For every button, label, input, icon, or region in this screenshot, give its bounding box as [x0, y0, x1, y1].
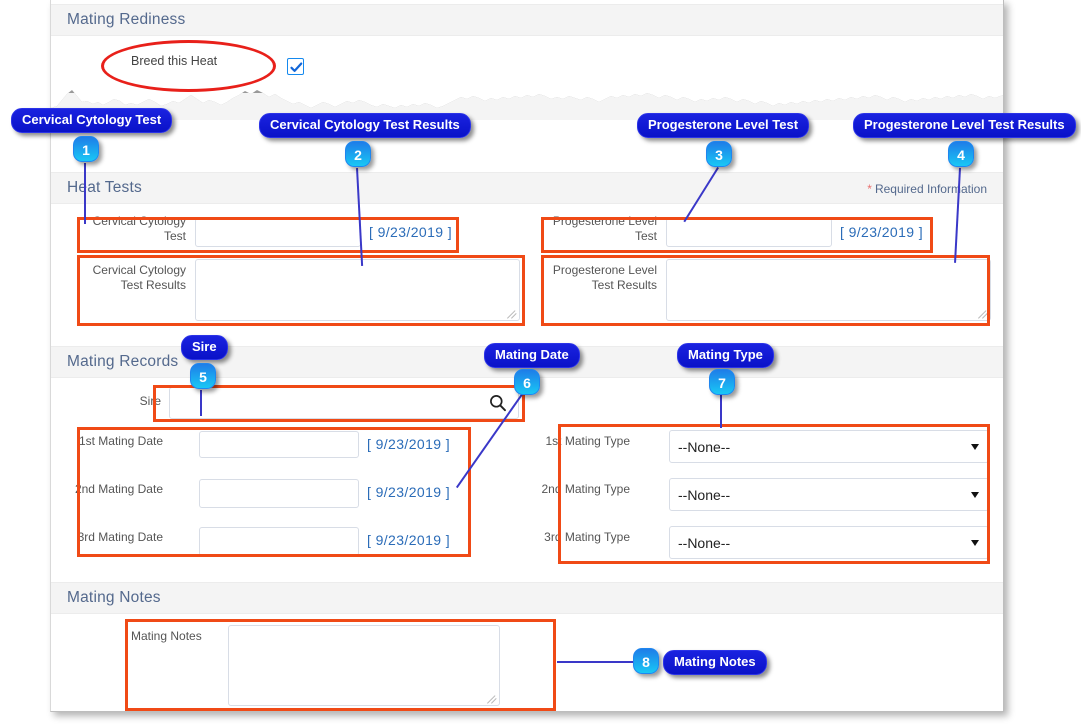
callout-number-3: 3	[706, 141, 732, 167]
callout-number-5: 5	[190, 363, 216, 389]
callout-number-6: 6	[514, 369, 540, 395]
section-header-heat-tests: Heat Tests * Required Information	[51, 172, 1003, 204]
sire-label: Sire	[139, 394, 161, 408]
first-mating-date-hint: [ 9/23/2019 ]	[367, 436, 451, 452]
callout-label-6: Mating Date	[484, 343, 580, 368]
resize-grip-icon[interactable]	[977, 308, 988, 319]
progesterone-level-test-results-textarea[interactable]	[666, 259, 991, 321]
cervical-cytology-test-label: Cervical Cytology Test	[92, 214, 186, 243]
progesterone-level-test-label: Progesterone Level Test	[552, 214, 657, 243]
third-mating-date-hint: [ 9/23/2019 ]	[367, 532, 451, 548]
progesterone-level-test-date-hint: [ 9/23/2019 ]	[840, 224, 924, 240]
mating-notes-label: Mating Notes	[131, 629, 202, 643]
callout-label-8: Mating Notes	[663, 650, 767, 675]
progesterone-level-test-results-label: Progesterone Level Test Results	[552, 263, 657, 292]
required-information-text: Required Information	[874, 182, 987, 196]
callout-label-7: Mating Type	[677, 343, 774, 368]
cervical-cytology-test-results-label: Cervical Cytology Test Results	[92, 263, 186, 292]
resize-grip-icon[interactable]	[486, 693, 497, 704]
callout-number-7: 7	[709, 369, 735, 395]
section-title-heat-tests: Heat Tests	[67, 179, 142, 196]
breed-this-heat-label: Breed this Heat	[131, 54, 218, 68]
callout-number-4: 4	[948, 141, 974, 167]
chevron-down-icon	[971, 443, 979, 450]
search-icon[interactable]	[489, 394, 507, 412]
cervical-cytology-test-date-hint: [ 9/23/2019 ]	[369, 224, 453, 240]
callout-label-3: Progesterone Level Test	[637, 113, 810, 138]
first-mating-type-label: 1st Mating Type	[545, 434, 631, 448]
second-mating-type-select[interactable]: --None--	[669, 478, 989, 511]
section-title-mating-records: Mating Records	[67, 353, 179, 370]
sire-input[interactable]	[169, 387, 519, 419]
second-mating-type-label: 2nd Mating Type	[541, 482, 630, 496]
mating-notes-textarea[interactable]	[228, 625, 500, 706]
section-title-mating-notes: Mating Notes	[67, 589, 161, 606]
required-information-note: * Required Information	[867, 182, 987, 196]
callout-number-2: 2	[345, 141, 371, 167]
first-mating-date-label: 1st Mating Date	[78, 434, 163, 448]
check-icon	[290, 62, 303, 72]
third-mating-type-select[interactable]: --None--	[669, 526, 989, 559]
section-header-mating-readiness: Mating Rediness	[51, 4, 1003, 36]
third-mating-type-value: --None--	[678, 534, 731, 551]
callout-number-1: 1	[73, 136, 99, 162]
second-mating-type-value: --None--	[678, 486, 731, 503]
breed-this-heat-checkbox[interactable]	[287, 58, 304, 75]
callout-label-4: Progesterone Level Test Results	[853, 113, 1076, 138]
third-mating-date-input[interactable]	[199, 527, 359, 556]
second-mating-date-hint: [ 9/23/2019 ]	[367, 484, 451, 500]
progesterone-level-test-input[interactable]	[666, 218, 832, 247]
chevron-down-icon	[971, 539, 979, 546]
required-asterisk: *	[867, 182, 872, 196]
callout-number-8: 8	[633, 648, 659, 674]
second-mating-date-input[interactable]	[199, 479, 359, 508]
first-mating-type-select[interactable]: --None--	[669, 430, 989, 463]
callout-label-5: Sire	[181, 335, 228, 360]
cervical-cytology-test-results-textarea[interactable]	[195, 259, 520, 321]
callout-label-2: Cervical Cytology Test Results	[259, 113, 471, 138]
section-title-mating-readiness: Mating Rediness	[67, 11, 186, 28]
first-mating-date-input[interactable]	[199, 431, 359, 458]
section-header-mating-notes: Mating Notes	[51, 582, 1003, 614]
second-mating-date-label: 2nd Mating Date	[74, 482, 163, 496]
third-mating-type-label: 3rd Mating Type	[544, 530, 630, 544]
resize-grip-icon[interactable]	[506, 308, 517, 319]
first-mating-type-value: --None--	[678, 438, 731, 455]
chevron-down-icon	[971, 491, 979, 498]
third-mating-date-label: 3rd Mating Date	[77, 530, 163, 544]
callout-label-1: Cervical Cytology Test	[11, 108, 173, 133]
cervical-cytology-test-input[interactable]	[195, 218, 361, 247]
